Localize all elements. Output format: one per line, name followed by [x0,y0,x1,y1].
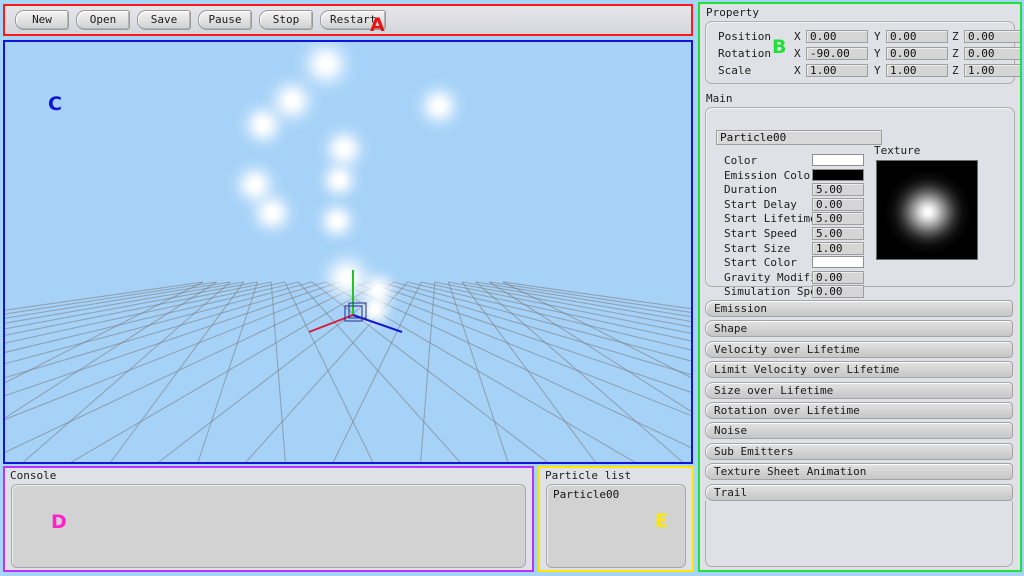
main-row-label: Start Color [724,256,797,270]
axis-label-x: X [794,30,801,43]
module-row-noise[interactable]: Noise [705,422,1013,440]
module-row-emission[interactable]: Emission [705,300,1013,317]
module-row-size-over-lifetime[interactable]: Size over Lifetime [705,381,1013,399]
texture-glow-image [877,161,977,259]
module-list-empty-area [705,501,1013,567]
toolbar-button-pause[interactable]: Pause [198,10,252,30]
axis-label-y: Y [874,64,881,77]
gizmo-x-axis [308,314,354,333]
main-row: Gravity Modifier 0.00 [706,270,871,285]
property-group-body: Position X 0.00 Y 0.00 Z 0.00 Rotation X -90.00 Y 0… [705,21,1020,84]
main-row-label: Emission Color [724,168,817,182]
property-row-rotation: Rotation X -90.00 Y 0.00 Z 0.00 [706,47,1020,61]
toolbar-button-stop[interactable]: Stop [259,10,313,30]
axis-gizmo [308,270,403,333]
texture-label: Texture [874,144,921,157]
main-row-label: Start Size [724,241,791,255]
property-field-rotation-x[interactable]: -90.00 [806,47,868,60]
console-title: Console [10,469,57,482]
main-group: Main Particle00 Texture Color Emission Co… [700,92,1020,299]
console-panel: Console [3,466,534,572]
module-row-rotation-over-lifetime[interactable]: Rotation over Lifetime [705,402,1013,419]
axis-label-x: X [794,47,801,60]
main-row: Color [706,154,871,168]
toolbar-button-restart[interactable]: Restart [320,10,387,30]
particle-list-items[interactable]: Particle00 [546,484,686,568]
module-row-velocity-over-lifetime[interactable]: Velocity over Lifetime [705,340,1013,358]
main-row: Simulation Speed 0.00 [706,285,871,299]
main-row: Start Color [706,256,871,270]
main-row-label: Color [724,154,758,167]
main-row: Duration 5.00 [706,183,871,197]
particle-name-field[interactable]: Particle00 [716,130,882,145]
app-window: New Open Save Pause Stop Restart A C Console … [0,0,1024,576]
main-color-swatch-color[interactable] [812,154,864,166]
main-color-swatch-start-color[interactable] [812,256,864,269]
module-row-trail[interactable]: Trail [705,483,1013,501]
axis-label-x: X [794,64,801,77]
main-row: Start Delay 0.00 [706,197,871,212]
axis-label-z: Z [952,47,959,60]
module-row-shape[interactable]: Shape [705,320,1013,338]
left-column: New Open Save Pause Stop Restart A C Console … [0,0,698,576]
main-row-label: Start Lifetime [724,212,817,226]
texture-preview[interactable] [876,160,978,260]
property-field-position-y[interactable]: 0.00 [886,30,948,43]
axis-label-y: Y [874,47,881,60]
property-field-position-z[interactable]: 0.00 [964,30,1020,43]
property-row-scale: Scale X 1.00 Y 1.00 Z 1.00 [706,64,1020,78]
toolbar-button-new[interactable]: New [15,10,69,30]
property-group-title: Property [706,6,759,19]
main-field-start-lifetime[interactable]: 5.00 [812,212,864,226]
particle-list-item[interactable]: Particle00 [553,488,685,502]
property-row-label: Scale [718,64,752,77]
main-row-label: Duration [724,183,777,197]
main-row: Emission Color [706,168,871,183]
main-field-simulation-speed[interactable]: 0.00 [812,285,864,299]
property-field-position-x[interactable]: 0.00 [806,30,868,43]
main-field-start-delay[interactable]: 0.00 [812,197,864,211]
axis-label-z: Z [952,30,959,43]
property-group: Property Position X 0.00 Y 0.00 Z 0.00 Rotation… [700,6,1020,88]
property-field-scale-z[interactable]: 1.00 [964,64,1020,77]
main-field-start-speed[interactable]: 5.00 [812,227,864,240]
viewport-3d[interactable] [3,40,693,464]
main-row: Start Speed 5.00 [706,227,871,241]
axis-label-y: Y [874,30,881,43]
property-field-scale-y[interactable]: 1.00 [886,64,948,77]
main-group-title: Main [706,92,733,105]
axis-label-z: Z [952,64,959,77]
main-row: Start Lifetime 5.00 [706,212,871,226]
property-field-rotation-y[interactable]: 0.00 [886,47,948,60]
main-field-duration[interactable]: 5.00 [812,183,864,197]
toolbar: New Open Save Pause Stop Restart [3,4,693,36]
right-inspector-column: Property Position X 0.00 Y 0.00 Z 0.00 Rotation… [698,2,1022,572]
main-field-gravity-modifier[interactable]: 0.00 [812,270,864,284]
particle-list-title: Particle list [545,469,632,482]
main-field-start-size[interactable]: 1.00 [812,241,864,255]
main-row-label: Start Speed [724,227,797,240]
main-color-swatch-emission-color[interactable] [812,168,864,181]
toolbar-button-save[interactable]: Save [137,10,191,30]
particle-list-panel: Particle list Particle00 [538,466,694,572]
property-row-position: Position X 0.00 Y 0.00 Z 0.00 [706,30,1020,44]
module-row-texture-sheet-animation[interactable]: Texture Sheet Animation [705,463,1013,481]
property-row-label: Position [718,30,771,43]
main-row: Start Size 1.00 [706,241,871,256]
property-field-rotation-z[interactable]: 0.00 [964,47,1020,60]
main-group-body: Particle00 Texture Color Emission Color Du… [705,107,1015,299]
main-row-label: Start Delay [724,197,797,211]
property-row-label: Rotation [718,47,771,60]
console-output[interactable] [11,484,526,568]
module-row-sub-emitters[interactable]: Sub Emitters [705,442,1013,460]
property-field-scale-x[interactable]: 1.00 [806,64,868,77]
toolbar-button-open[interactable]: Open [76,10,130,30]
module-row-limit-velocity-over-lifetime[interactable]: Limit Velocity over Lifetime [705,361,1013,379]
